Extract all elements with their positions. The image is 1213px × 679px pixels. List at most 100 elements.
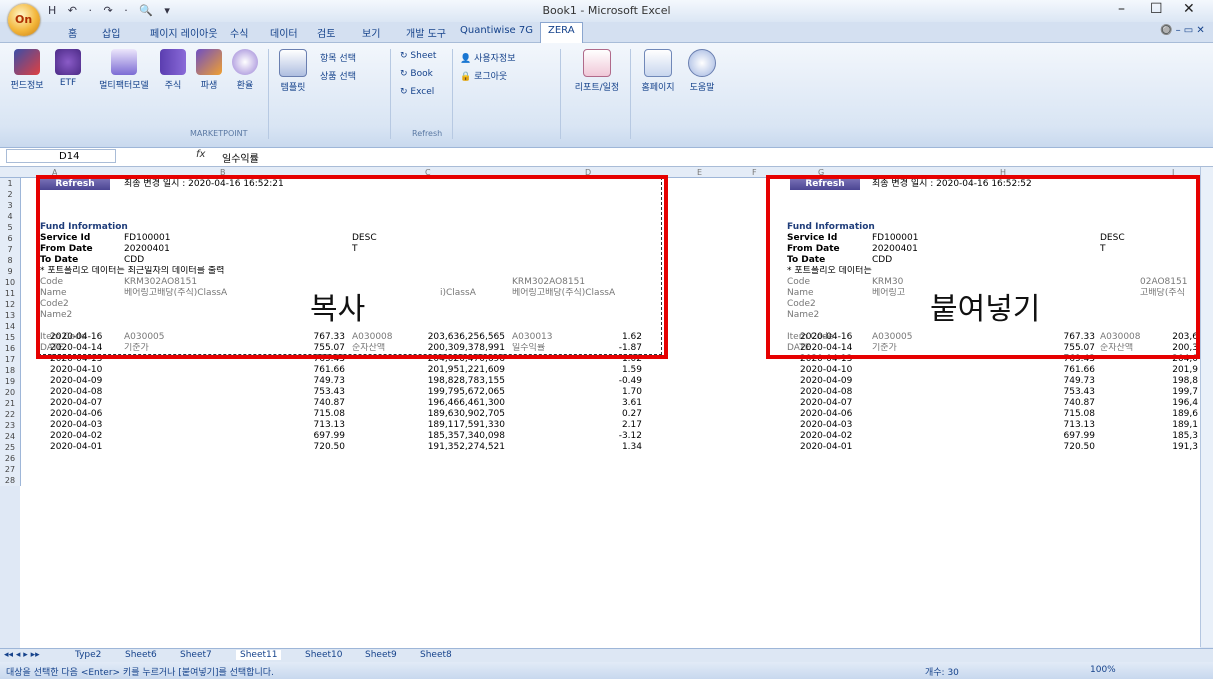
right-assets-cell[interactable]: 196,4 (1170, 398, 1198, 409)
homepage-button[interactable]: 홈페이지 (636, 49, 680, 93)
assets-cell[interactable]: 185,357,340,098 (360, 431, 505, 442)
tab-quantiwise[interactable]: Quantiwise 7G (460, 25, 533, 36)
nav-cell[interactable]: 753.43 (230, 387, 346, 398)
row-header[interactable]: 15 (0, 332, 21, 343)
etf-button[interactable]: ETF (50, 49, 86, 88)
tab-formulas[interactable]: 수식 (230, 25, 248, 40)
office-button[interactable]: On (8, 4, 40, 36)
row-header[interactable]: 18 (0, 365, 21, 376)
row-header[interactable]: 6 (0, 233, 21, 244)
right-date-cell[interactable]: 2020-04-01 (800, 442, 860, 453)
right-assets-cell[interactable]: 201,9 (1170, 365, 1198, 376)
row-header[interactable]: 24 (0, 431, 21, 442)
multifactor-button[interactable]: 멀티팩터모델 (96, 49, 152, 91)
item-select-button[interactable]: 항목 선택 (320, 51, 356, 64)
assets-cell[interactable]: 199,795,672,065 (360, 387, 505, 398)
date-cell[interactable]: 2020-04-08 (50, 387, 110, 398)
fund-info-button[interactable]: 펀드정보 (6, 49, 48, 91)
sheet-tab-sheet11[interactable]: Sheet11 (236, 650, 282, 660)
right-nav-cell[interactable]: 713.13 (980, 420, 1096, 431)
date-cell[interactable]: 2020-04-06 (50, 409, 110, 420)
return-cell[interactable]: 2.17 (520, 420, 642, 431)
help-controls[interactable]: 🔘 – ▭ ✕ (1160, 25, 1205, 36)
row-header[interactable]: 5 (0, 222, 21, 233)
assets-cell[interactable]: 189,117,591,330 (360, 420, 505, 431)
row-header[interactable]: 11 (0, 288, 21, 299)
right-nav-cell[interactable]: 720.50 (980, 442, 1096, 453)
right-nav-cell[interactable]: 697.99 (980, 431, 1096, 442)
tab-developer[interactable]: 개발 도구 (406, 25, 446, 40)
stock-button[interactable]: 주식 (156, 49, 190, 91)
sheet-nav-buttons[interactable]: ◂◂ ◂ ▸ ▸▸ (4, 650, 40, 660)
refresh-book-button[interactable]: ↻ Book (400, 69, 433, 79)
right-assets-cell[interactable]: 189,6 (1170, 409, 1198, 420)
tab-review[interactable]: 검토 (317, 25, 335, 40)
report-schedule-button[interactable]: 리포트/일정 (568, 49, 626, 93)
user-info-button[interactable]: 👤 사용자정보 (460, 51, 516, 64)
right-date-cell[interactable]: 2020-04-09 (800, 376, 860, 387)
formula-input[interactable]: 일수익률 (222, 150, 259, 165)
nav-cell[interactable]: 749.73 (230, 376, 346, 387)
date-cell[interactable]: 2020-04-01 (50, 442, 110, 453)
col-header-f[interactable]: F (752, 167, 757, 178)
date-cell[interactable]: 2020-04-03 (50, 420, 110, 431)
logout-button[interactable]: 🔒 로그아웃 (460, 69, 507, 82)
close-button[interactable]: ✕ (1183, 1, 1195, 17)
right-nav-cell[interactable]: 740.87 (980, 398, 1096, 409)
return-cell[interactable]: 1.34 (520, 442, 642, 453)
nav-cell[interactable]: 720.50 (230, 442, 346, 453)
return-cell[interactable]: -3.12 (520, 431, 642, 442)
assets-cell[interactable]: 196,466,461,300 (360, 398, 505, 409)
template-button[interactable]: 템플릿 (272, 49, 314, 93)
tab-view[interactable]: 보기 (362, 25, 380, 40)
date-cell[interactable]: 2020-04-07 (50, 398, 110, 409)
maximize-button[interactable]: ☐ (1150, 1, 1163, 17)
sheet-tab-type2[interactable]: Type2 (75, 650, 101, 660)
assets-cell[interactable]: 201,951,221,609 (360, 365, 505, 376)
row-header[interactable]: 27 (0, 464, 21, 475)
row-header[interactable]: 2 (0, 189, 21, 200)
date-cell[interactable]: 2020-04-09 (50, 376, 110, 387)
product-select-button[interactable]: 상품 선택 (320, 69, 356, 82)
row-header[interactable]: 9 (0, 266, 21, 277)
row-header[interactable]: 13 (0, 310, 21, 321)
row-header[interactable]: 16 (0, 343, 21, 354)
right-date-cell[interactable]: 2020-04-10 (800, 365, 860, 376)
right-date-cell[interactable]: 2020-04-08 (800, 387, 860, 398)
tab-data[interactable]: 데이터 (270, 25, 298, 40)
assets-cell[interactable]: 189,630,902,705 (360, 409, 505, 420)
right-assets-cell[interactable]: 198,8 (1170, 376, 1198, 387)
right-assets-cell[interactable]: 199,7 (1170, 387, 1198, 398)
right-nav-cell[interactable]: 761.66 (980, 365, 1096, 376)
minimize-button[interactable]: – (1118, 1, 1125, 17)
fx-icon[interactable]: fx (196, 149, 205, 160)
assets-cell[interactable]: 191,352,274,521 (360, 442, 505, 453)
right-nav-cell[interactable]: 749.73 (980, 376, 1096, 387)
row-header[interactable]: 21 (0, 398, 21, 409)
date-cell[interactable]: 2020-04-02 (50, 431, 110, 442)
return-cell[interactable]: 1.59 (520, 365, 642, 376)
name-box[interactable]: D14 (6, 149, 116, 163)
row-header[interactable]: 1 (0, 178, 21, 189)
sheet-tab-sheet9[interactable]: Sheet9 (365, 650, 397, 660)
nav-cell[interactable]: 715.08 (230, 409, 346, 420)
assets-cell[interactable]: 198,828,783,155 (360, 376, 505, 387)
row-header[interactable]: 8 (0, 255, 21, 266)
right-nav-cell[interactable]: 715.08 (980, 409, 1096, 420)
right-assets-cell[interactable]: 191,3 (1170, 442, 1198, 453)
refresh-excel-button[interactable]: ↻ Excel (400, 87, 434, 97)
nav-cell[interactable]: 761.66 (230, 365, 346, 376)
return-cell[interactable]: 1.70 (520, 387, 642, 398)
zoom-level[interactable]: 100% (1090, 665, 1116, 675)
date-cell[interactable]: 2020-04-10 (50, 365, 110, 376)
return-cell[interactable]: -0.49 (520, 376, 642, 387)
right-assets-cell[interactable]: 189,1 (1170, 420, 1198, 431)
tab-insert[interactable]: 삽입 (102, 25, 120, 40)
row-header[interactable]: 25 (0, 442, 21, 453)
row-header[interactable]: 12 (0, 299, 21, 310)
sheet-tab-sheet6[interactable]: Sheet6 (125, 650, 157, 660)
sheet-tab-sheet7[interactable]: Sheet7 (180, 650, 212, 660)
right-date-cell[interactable]: 2020-04-06 (800, 409, 860, 420)
tab-home[interactable]: 홈 (68, 25, 77, 40)
row-header[interactable]: 3 (0, 200, 21, 211)
